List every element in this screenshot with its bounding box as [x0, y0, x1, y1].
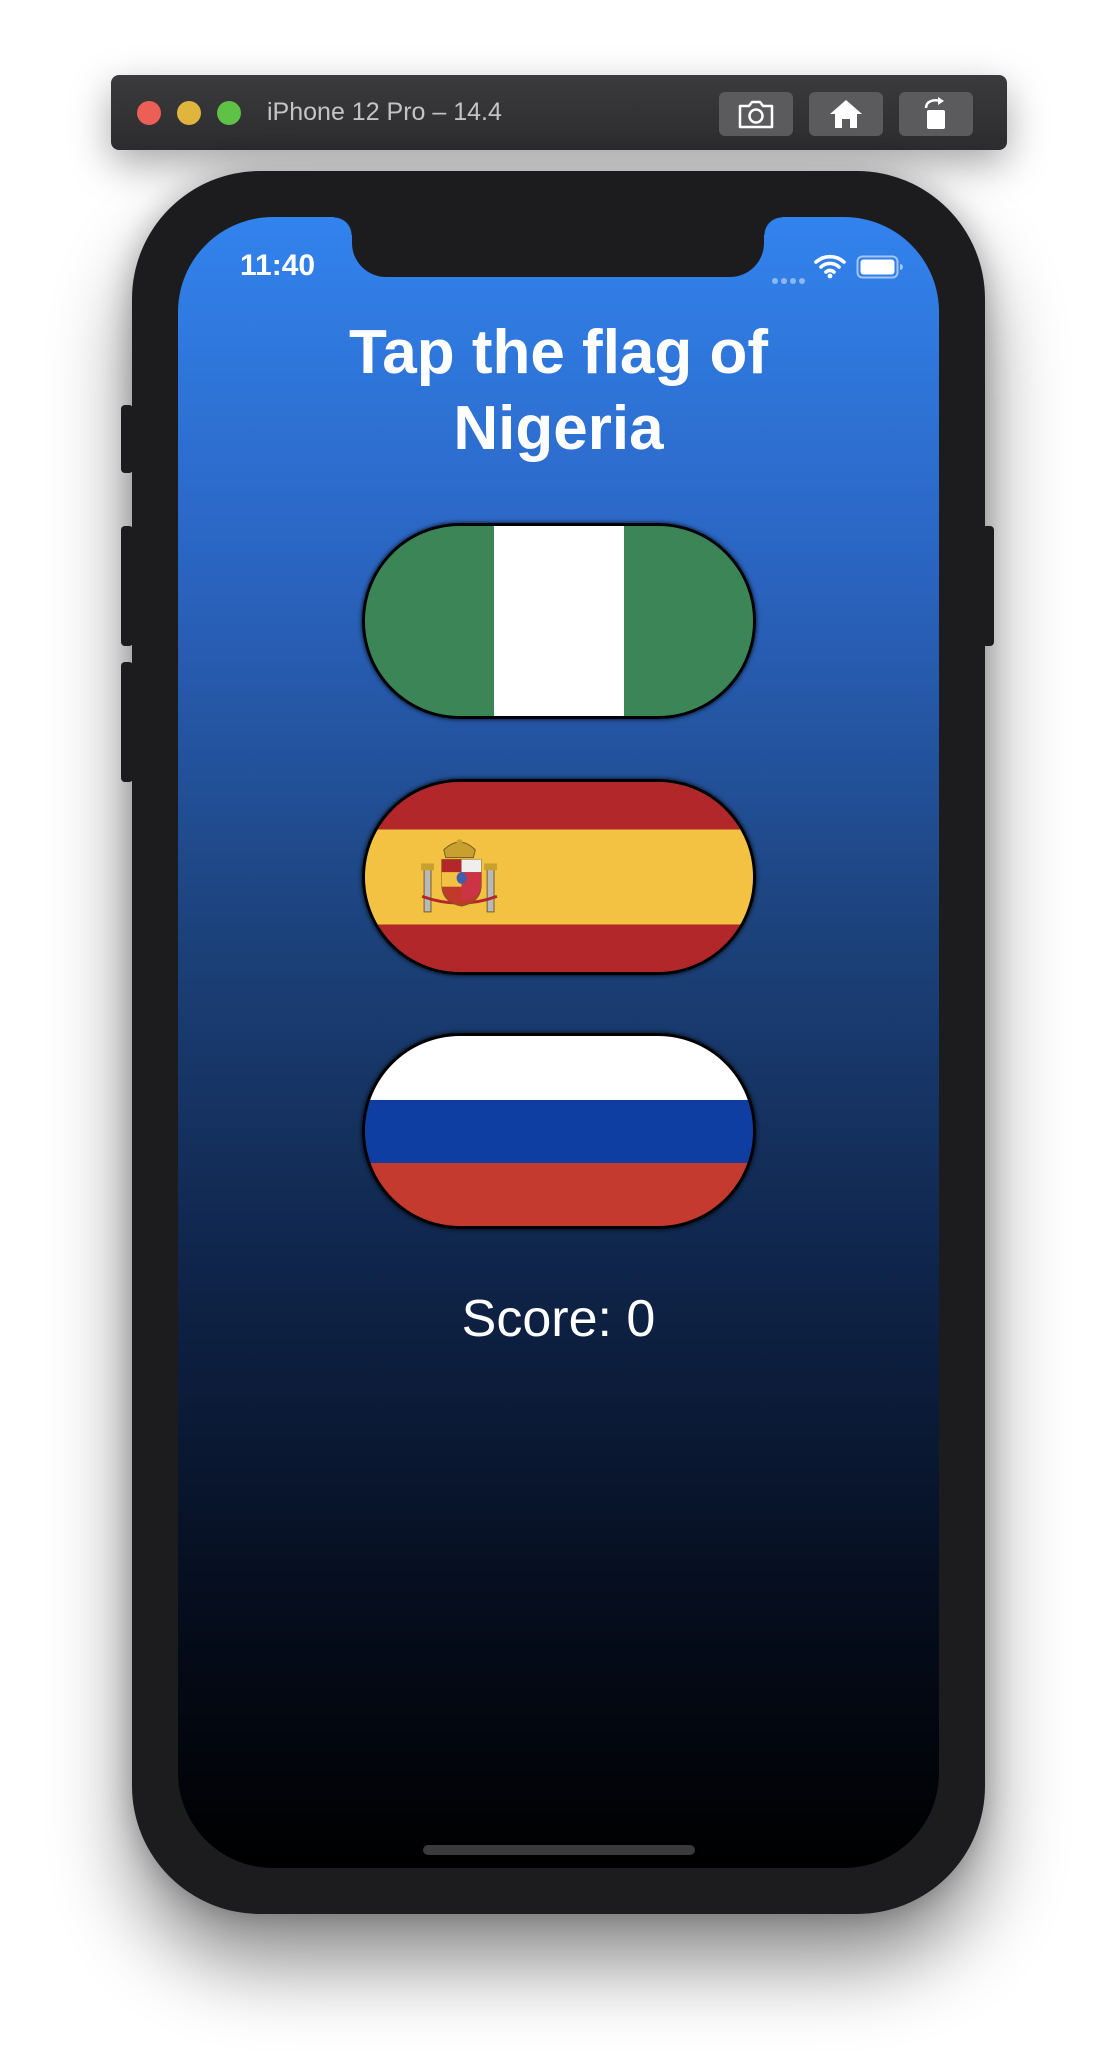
- wifi-icon: [814, 254, 846, 279]
- nigeria-flag-image: [365, 526, 753, 716]
- signal-dots: [772, 271, 808, 289]
- close-window-button[interactable]: [137, 101, 161, 125]
- zoom-window-button[interactable]: [217, 101, 241, 125]
- app-screen: 11:40 Tap the flag of Nigeria Score: 0: [178, 217, 939, 1868]
- russia-flag-image: [365, 1036, 753, 1226]
- home-indicator[interactable]: [423, 1845, 695, 1855]
- volume-up-button: [121, 526, 133, 646]
- iphone-device: 11:40 Tap the flag of Nigeria Score: 0: [121, 171, 994, 1914]
- camera-icon: [738, 100, 774, 129]
- minimize-window-button[interactable]: [177, 101, 201, 125]
- silent-switch: [121, 405, 133, 473]
- home-icon: [830, 100, 862, 128]
- simulator-title: iPhone 12 Pro – 14.4: [267, 98, 502, 126]
- flag-button-russia[interactable]: [362, 1033, 756, 1229]
- spain-flag-image: [365, 782, 753, 972]
- screenshot-button[interactable]: [719, 92, 793, 136]
- home-button[interactable]: [809, 92, 883, 136]
- battery-icon: [856, 255, 903, 279]
- simulator-stage: iPhone 12 Pro – 14.4 11:40 Tap the flag …: [0, 0, 1118, 2064]
- rotate-icon: [924, 97, 945, 129]
- notch: [334, 217, 782, 277]
- volume-down-button: [121, 662, 133, 782]
- power-button: [982, 526, 994, 646]
- prompt-country: Nigeria: [453, 394, 664, 463]
- status-time: 11:40: [240, 249, 316, 282]
- rotate-button[interactable]: [899, 92, 973, 136]
- flag-button-nigeria[interactable]: [362, 523, 756, 719]
- prompt-line-1: Tap the flag of: [348, 318, 769, 387]
- flag-button-spain[interactable]: [362, 779, 756, 975]
- prompt-title: Tap the flag of Nigeria: [178, 315, 939, 467]
- simulator-toolbar: iPhone 12 Pro – 14.4: [111, 75, 1007, 150]
- score-label: Score: 0: [461, 1290, 656, 1348]
